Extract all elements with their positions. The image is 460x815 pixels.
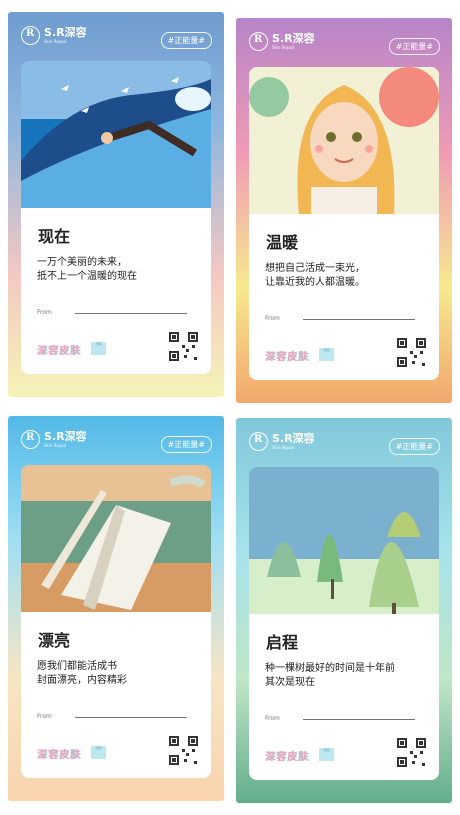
qr-code — [396, 737, 427, 768]
brand-name: S.R深容 — [44, 26, 87, 39]
qr-code — [168, 331, 199, 362]
from-label: From — [265, 715, 425, 722]
girl-illustration — [249, 67, 439, 214]
brand-subtitle: Skin Repair — [272, 45, 295, 50]
poster-text: 愿我们都能活成书 封面漂亮，内容精彩 — [37, 660, 127, 688]
poster-card: 启程 种一棵树最好的时间是十年前 其次是现在 From 深容皮肤 扫码 — [249, 467, 439, 780]
poster-card: 漂亮 愿我们都能活成书 封面漂亮，内容精彩 From 深容皮肤 扫码 — [21, 465, 211, 778]
brand-logo-icon: R — [21, 430, 40, 449]
brand-name: S.R深容 — [44, 430, 87, 443]
poster-title: 温暖 — [266, 229, 298, 254]
text-line: 愿我们都能活成书 — [37, 661, 117, 672]
brand-logo-icon: R — [249, 32, 268, 51]
text-line: 抵不上一个温暖的现在 — [37, 271, 137, 282]
qr-code — [396, 337, 427, 368]
positive-energy-tag: #正能量# — [388, 38, 440, 55]
brand-name: S.R深容 — [272, 432, 315, 445]
poster-present: R S.R深容 Skin Repair #正能量# 现在 一万个美丽的未来， 抵… — [8, 12, 224, 397]
from-label: From — [37, 713, 197, 720]
from-label: From — [265, 315, 425, 322]
brand-subtitle: Skin Repair — [44, 39, 67, 44]
brand-header: R S.R深容 Skin Repair — [21, 26, 87, 45]
from-label: From — [37, 309, 197, 316]
swimmer-illustration — [21, 61, 211, 208]
footer-brand: 深容皮肤 — [37, 346, 81, 357]
brand-subtitle: Skin Repair — [272, 445, 295, 450]
text-line: 封面漂亮，内容精彩 — [37, 675, 127, 686]
text-line: 种一棵树最好的时间是十年前 — [265, 663, 395, 674]
footer-brand: 深容皮肤 — [37, 750, 81, 761]
mini-qr-icon: 扫码 — [91, 342, 106, 355]
poster-title: 漂亮 — [38, 627, 70, 652]
mini-qr-icon: 扫码 — [91, 746, 106, 759]
brand-subtitle: Skin Repair — [44, 443, 67, 448]
brand-logo-icon: R — [21, 26, 40, 45]
poster-text: 种一棵树最好的时间是十年前 其次是现在 — [265, 662, 395, 690]
brand-name: S.R深容 — [272, 32, 315, 45]
book-illustration — [21, 465, 211, 612]
text-line: 让靠近我的人都温暖。 — [265, 277, 365, 288]
text-line: 想把自己活成一束光， — [265, 263, 365, 274]
mini-qr-icon: 扫码 — [319, 748, 334, 761]
poster-beautiful: R S.R深容 Skin Repair #正能量# 漂亮 愿我们都能活成书 封面… — [8, 416, 224, 801]
poster-text: 想把自己活成一束光， 让靠近我的人都温暖。 — [265, 262, 365, 290]
trees-illustration — [249, 467, 439, 614]
brand-header: R S.R深容 Skin Repair — [21, 430, 87, 449]
positive-energy-tag: #正能量# — [160, 32, 212, 49]
poster-card: 温暖 想把自己活成一束光， 让靠近我的人都温暖。 From 深容皮肤 扫码 — [249, 67, 439, 380]
footer-brand: 深容皮肤 — [265, 752, 309, 763]
poster-warm: R S.R深容 Skin Repair #正能量# 温暖 想把自己活成一束光， … — [236, 18, 452, 403]
positive-energy-tag: #正能量# — [160, 436, 212, 453]
footer-brand: 深容皮肤 — [265, 352, 309, 363]
text-line: 其次是现在 — [265, 677, 315, 688]
mini-qr-icon: 扫码 — [319, 348, 334, 361]
poster-journey: R S.R深容 Skin Repair #正能量# 启程 种一棵树最好的时间是十… — [236, 418, 452, 803]
brand-header: R S.R深容 Skin Repair — [249, 32, 315, 51]
brand-header: R S.R深容 Skin Repair — [249, 432, 315, 451]
poster-text: 一万个美丽的未来， 抵不上一个温暖的现在 — [37, 256, 137, 284]
poster-title: 现在 — [38, 223, 70, 248]
brand-logo-icon: R — [249, 432, 268, 451]
qr-code — [168, 735, 199, 766]
poster-title: 启程 — [266, 629, 298, 654]
text-line: 一万个美丽的未来， — [37, 257, 127, 268]
poster-card: 现在 一万个美丽的未来， 抵不上一个温暖的现在 From 深容皮肤 扫码 — [21, 61, 211, 374]
positive-energy-tag: #正能量# — [388, 438, 440, 455]
